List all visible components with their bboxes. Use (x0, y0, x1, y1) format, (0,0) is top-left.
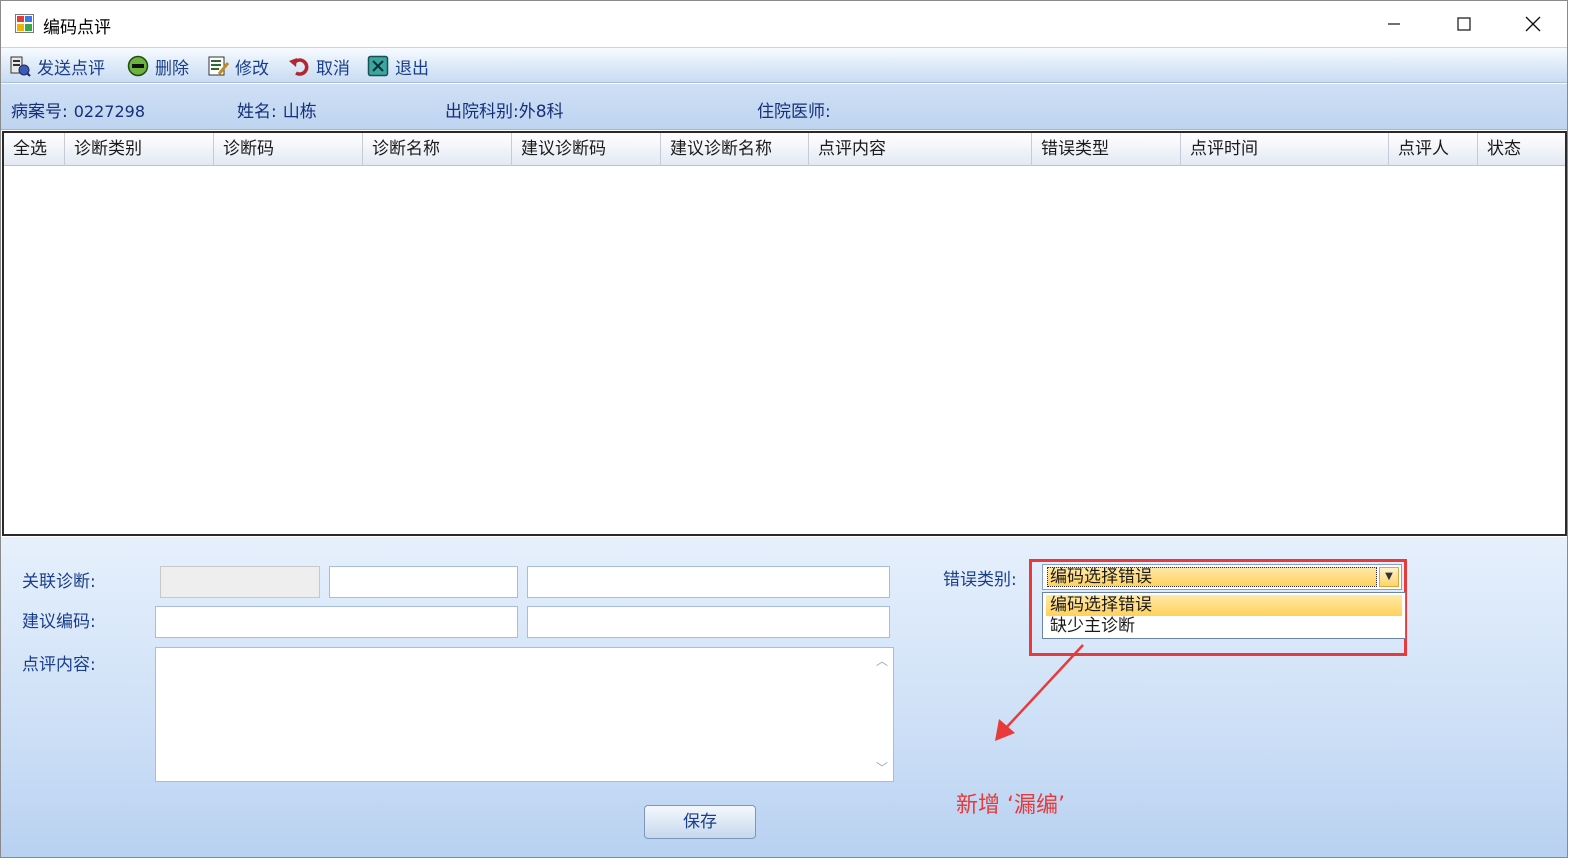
column-diag-code[interactable]: 诊断码 (214, 133, 363, 166)
cancel-button[interactable]: 取消 (288, 54, 350, 79)
record-number-value: 0227298 (73, 102, 145, 121)
related-diagnosis-label: 关联诊断: (22, 572, 96, 592)
column-suggest-name[interactable]: 建议诊断名称 (661, 133, 809, 166)
discharge-dept-label: 出院科别: (445, 102, 519, 122)
record-number: 病案号: 0227298 (11, 97, 145, 122)
column-error-type[interactable]: 错误类型 (1032, 133, 1181, 166)
column-status[interactable]: 状态 (1478, 133, 1565, 166)
delete-label: 删除 (155, 58, 189, 79)
column-select-all[interactable]: 全选 (4, 133, 65, 166)
column-review-content[interactable]: 点评内容 (809, 133, 1032, 166)
error-type-option-missing-primary[interactable]: 缺少主诊断 (1046, 616, 1402, 637)
related-diagnosis-code-field[interactable] (329, 566, 518, 598)
close-button[interactable] (1498, 1, 1567, 47)
discharge-dept: 出院科别:外8科 (445, 97, 564, 122)
delete-icon (127, 55, 149, 77)
close-icon (1525, 16, 1541, 32)
cancel-label: 取消 (316, 58, 350, 79)
screen-edge (1568, 0, 1582, 865)
window-title: 编码点评 (43, 18, 111, 38)
edit-label: 修改 (235, 58, 269, 79)
review-form-panel: 关联诊断: 建议编码: 点评内容: ︿ ﹀ 错误类别: 编码选择错误 ▼ 编码选… (1, 537, 1567, 857)
maximize-button[interactable] (1429, 1, 1499, 47)
delete-button[interactable]: 删除 (127, 54, 189, 79)
error-type-selected-value: 编码选择错误 (1047, 567, 1377, 587)
send-review-button[interactable]: 发送点评 (9, 54, 105, 79)
error-type-combobox[interactable]: 编码选择错误 ▼ (1042, 564, 1402, 590)
grid-header: 全选 诊断类别 诊断码 诊断名称 建议诊断码 建议诊断名称 点评内容 错误类型 … (4, 133, 1565, 166)
error-type-label: 错误类别: (943, 570, 1017, 590)
review-grid[interactable]: 全选 诊断类别 诊断码 诊断名称 建议诊断码 建议诊断名称 点评内容 错误类型 … (2, 131, 1567, 536)
patient-name-label: 姓名: (237, 102, 277, 122)
attending-doctor-label: 住院医师: (757, 102, 831, 122)
suggested-code-field[interactable] (155, 606, 518, 638)
suggested-name-field[interactable] (527, 606, 890, 638)
suggested-code-label: 建议编码: (22, 612, 96, 632)
scroll-up-icon[interactable]: ︿ (875, 654, 889, 668)
send-review-icon (10, 56, 31, 77)
edit-button[interactable]: 修改 (207, 54, 269, 79)
patient-info-bar: 病案号: 0227298 姓名: 山栋 出院科别:外8科 住院医师: (1, 84, 1567, 130)
related-diagnosis-category-field (160, 566, 320, 598)
send-review-label: 发送点评 (37, 58, 105, 79)
column-diag-category[interactable]: 诊断类别 (65, 133, 214, 166)
minimize-icon (1388, 23, 1400, 25)
exit-icon (367, 55, 389, 77)
related-diagnosis-name-field[interactable] (527, 566, 890, 598)
patient-name-value: 山栋 (282, 102, 317, 122)
app-window-icon (15, 14, 34, 33)
error-type-option-coding-error[interactable]: 编码选择错误 (1046, 595, 1402, 616)
main-window: 编码点评 发送点评 删除 修改 取消 退出 病案号: 0227298 姓名: 山… (0, 0, 1568, 858)
discharge-dept-value: 外8科 (518, 102, 564, 122)
edit-icon (208, 56, 229, 76)
column-suggest-code[interactable]: 建议诊断码 (512, 133, 661, 166)
column-diag-name[interactable]: 诊断名称 (363, 133, 512, 166)
exit-label: 退出 (395, 58, 429, 79)
title-bar: 编码点评 (1, 1, 1567, 47)
exit-button[interactable]: 退出 (367, 54, 429, 79)
toolbar: 发送点评 删除 修改 取消 退出 (1, 47, 1567, 83)
annotation-text: 新增 ‘漏编’ (956, 793, 1065, 818)
undo-icon (289, 58, 309, 76)
dropdown-arrow-icon[interactable]: ▼ (1379, 567, 1399, 587)
error-type-dropdown-list: 编码选择错误 缺少主诊断 (1042, 592, 1406, 639)
review-content-textarea[interactable]: ︿ ﹀ (155, 647, 894, 782)
column-reviewer[interactable]: 点评人 (1389, 133, 1478, 166)
review-content-label: 点评内容: (22, 655, 96, 675)
minimize-button[interactable] (1359, 1, 1429, 47)
scroll-down-icon[interactable]: ﹀ (875, 761, 889, 775)
record-number-label: 病案号: (11, 102, 68, 122)
patient-name: 姓名: 山栋 (237, 97, 317, 122)
column-review-time[interactable]: 点评时间 (1181, 133, 1389, 166)
save-button[interactable]: 保存 (644, 805, 756, 839)
maximize-icon (1457, 17, 1471, 31)
attending-doctor: 住院医师: (757, 97, 837, 122)
